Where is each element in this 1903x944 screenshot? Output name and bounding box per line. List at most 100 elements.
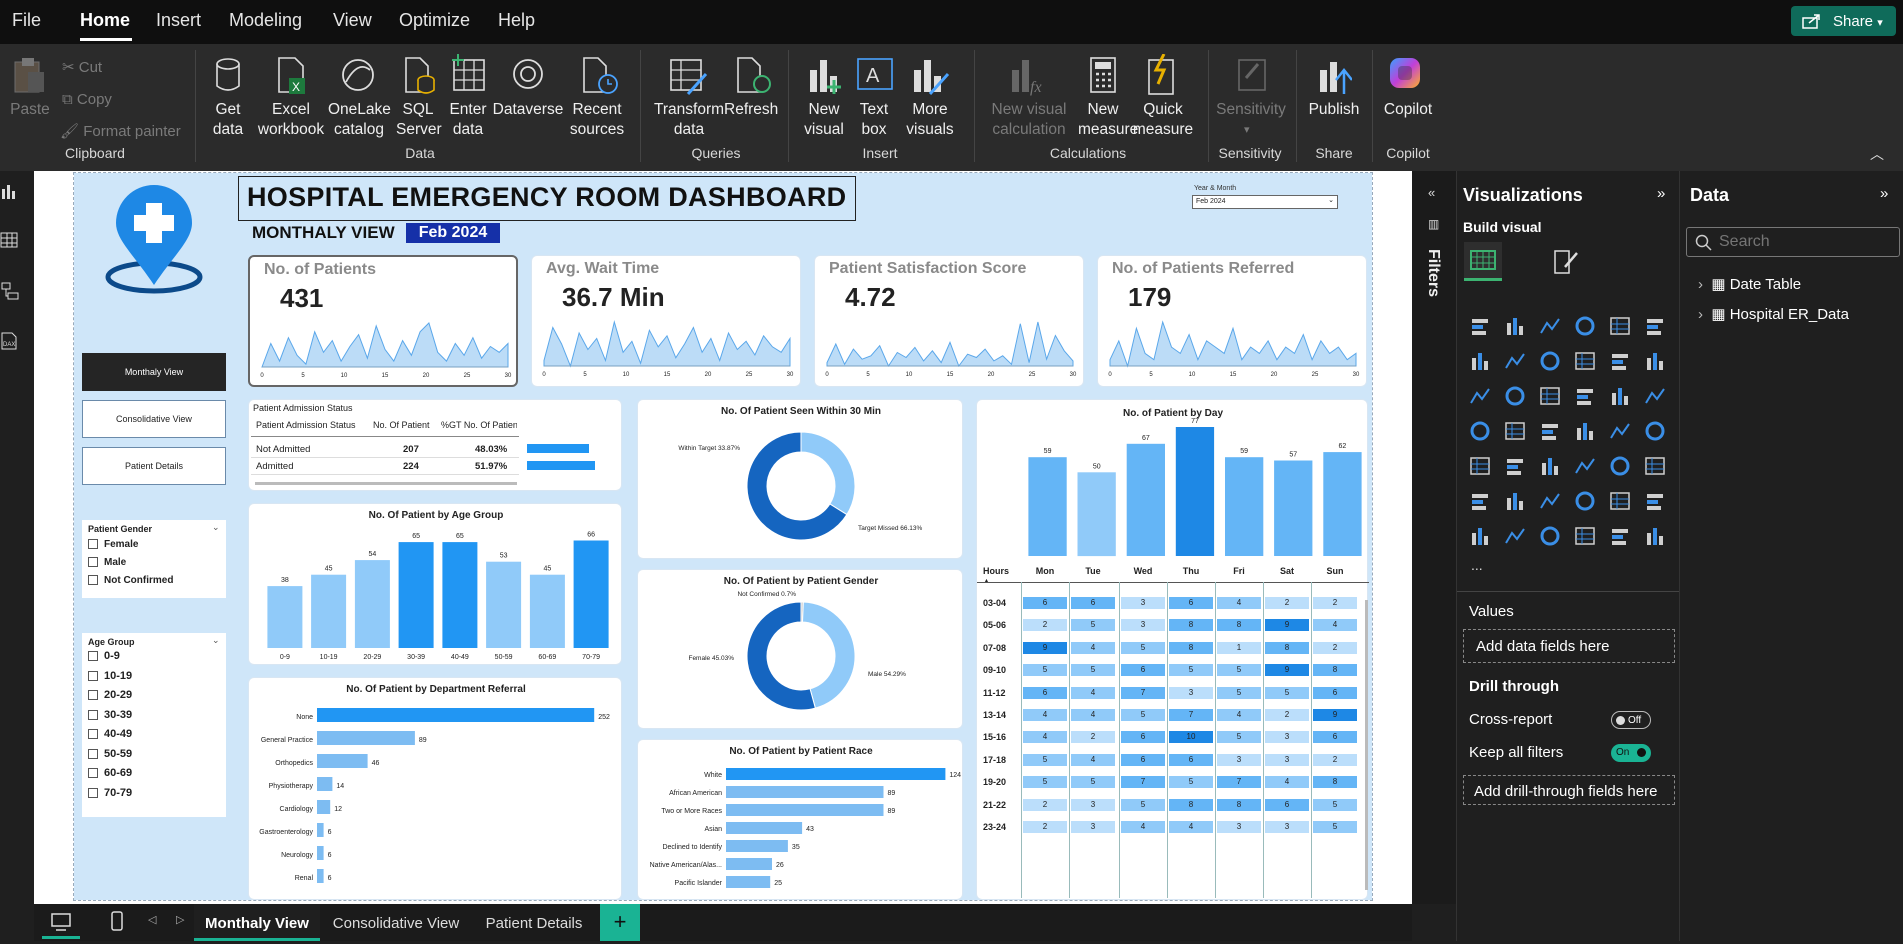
age-option[interactable]: 30-39 [88,709,132,721]
new-measure-button[interactable]: New measure [1078,100,1138,140]
stacked-area-icon[interactable] [1539,350,1561,372]
python-visual-icon[interactable] [1469,490,1491,512]
menu-help[interactable]: Help [498,10,535,31]
new-visual-button[interactable]: New visual [800,100,848,140]
enter-data-button[interactable]: Enter data [446,100,490,140]
horizontal-scrollbar[interactable] [255,482,517,485]
transform-data-button[interactable]: Transform data [654,100,724,140]
format-visual-tab-icon[interactable] [1551,247,1581,277]
line-chart-icon[interactable] [1469,350,1491,372]
collapse-pane-icon[interactable]: » [1880,185,1888,202]
publish-button[interactable]: Publish [1306,100,1362,120]
add-page-button[interactable]: + [600,904,640,941]
age-option[interactable]: 40-49 [88,728,132,740]
checkbox[interactable] [88,651,98,662]
tab-patient-details[interactable]: Patient Details [474,904,594,941]
line-column-icon[interactable] [1609,350,1631,372]
desktop-layout-icon[interactable] [50,912,72,932]
filled-map-icon[interactable] [1539,420,1561,442]
donut-chart-icon[interactable] [1644,385,1666,407]
cut-button[interactable]: ✂ Cut [62,58,102,78]
values-well[interactable]: Add data fields here [1463,629,1675,663]
expand-filters-icon[interactable]: « [1428,185,1435,200]
get-data-button[interactable]: Get data [204,100,252,140]
table-item-er-data[interactable]: › ▦ Hospital ER_Data [1698,305,1849,323]
nav-consolidative-view-button[interactable]: Consolidative View [82,400,226,438]
line-clustered-icon[interactable] [1644,350,1666,372]
recent-sources-button[interactable]: Recent sources [564,100,630,140]
menu-file[interactable]: File [12,10,41,31]
qna-icon[interactable] [1574,490,1596,512]
power-apps-icon[interactable] [1539,525,1561,547]
stacked-column-icon[interactable] [1504,315,1526,337]
more-visuals-icon[interactable] [1609,525,1631,547]
power-automate-icon[interactable] [1574,525,1596,547]
gender-option-male[interactable]: Male [88,557,126,568]
age-option[interactable]: 70-79 [88,787,132,799]
checkbox[interactable] [88,787,98,798]
copilot-button[interactable]: Copilot [1380,100,1436,120]
menu-view[interactable]: View [333,10,372,31]
checkbox[interactable] [88,709,98,720]
menu-home[interactable]: Home [80,10,130,31]
more-visuals-button[interactable]: More visuals [898,100,962,140]
dataverse-button[interactable]: Dataverse [492,100,564,120]
age-option[interactable]: 60-69 [88,767,132,779]
gender-option-female[interactable]: Female [88,539,138,550]
checkbox[interactable] [88,768,98,779]
kpi-card[interactable]: Avg. Wait Time 36.7 Min 0 5 10 15 20 25 30 [531,255,801,387]
copy-button[interactable]: ⧉ Copy [62,90,112,110]
model-view-icon[interactable] [0,281,20,303]
clustered-bar-icon[interactable] [1539,315,1561,337]
mobile-layout-icon[interactable] [110,910,124,934]
chevron-down-icon[interactable]: ⌄ [212,522,220,533]
funnel-icon[interactable] [1539,385,1561,407]
menu-insert[interactable]: Insert [156,10,201,31]
key-influencers-icon[interactable] [1504,490,1526,512]
share-button[interactable]: Share ▾ [1791,6,1896,36]
kpi-icon[interactable] [1504,455,1526,477]
treemap-icon[interactable] [1469,420,1491,442]
age-option[interactable]: 50-59 [88,748,132,760]
kpi-card[interactable]: No. of Patients Referred 179 0 5 10 15 20 25 30 [1097,255,1367,387]
matrix-icon[interactable] [1609,455,1631,477]
data-search-input[interactable] [1719,232,1889,252]
menu-optimize[interactable]: Optimize [399,10,470,31]
checkbox[interactable] [88,575,98,586]
map-icon[interactable] [1504,420,1526,442]
metrics-icon[interactable] [1644,490,1666,512]
checkbox[interactable] [88,539,98,550]
excel-workbook-button[interactable]: Excel workbook [256,100,326,140]
report-view-icon[interactable] [0,181,20,201]
drill-through-well[interactable]: Add drill-through fields here [1463,775,1675,805]
filters-pane-collapsed[interactable]: « ▥ Filters [1412,171,1456,904]
table-icon[interactable] [1574,455,1596,477]
dax-query-view-icon[interactable]: DAX [0,331,20,353]
kpi-card[interactable]: Patient Satisfaction Score 4.72 0 5 10 15 20 25… [814,255,1084,387]
100-bar-icon[interactable] [1609,315,1631,337]
button-slicer-icon[interactable] [1504,525,1526,547]
checkbox[interactable] [88,690,98,701]
sensitivity-button[interactable]: Sensitivity [1214,100,1288,120]
chevron-visual-icon[interactable] [1644,525,1666,547]
year-month-dropdown[interactable]: Feb 2024 ⌄ [1192,195,1338,209]
decomposition-tree-icon[interactable] [1539,490,1561,512]
data-search-box[interactable] [1686,227,1900,257]
build-visual-tab-icon[interactable] [1463,241,1503,281]
cross-report-toggle[interactable]: Off [1611,711,1651,729]
table-item-date[interactable]: › ▦ Date Table [1698,275,1801,293]
age-option[interactable]: 0-9 [88,650,120,662]
collapse-pane-icon[interactable]: » [1657,185,1665,202]
scroll-left-icon[interactable]: ◁ [148,913,156,926]
tab-monthaly-view[interactable]: Monthaly View [194,904,320,941]
waterfall-icon[interactable] [1504,385,1526,407]
age-option[interactable]: 20-29 [88,689,132,701]
checkbox[interactable] [88,729,98,740]
area-chart-icon[interactable] [1504,350,1526,372]
r-visual-icon[interactable] [1644,455,1666,477]
card-icon[interactable] [1644,420,1666,442]
100-column-icon[interactable] [1644,315,1666,337]
menu-modeling[interactable]: Modeling [229,10,302,31]
tab-consolidative-view[interactable]: Consolidative View [324,904,468,941]
sql-server-button[interactable]: SQL Server [396,100,442,140]
